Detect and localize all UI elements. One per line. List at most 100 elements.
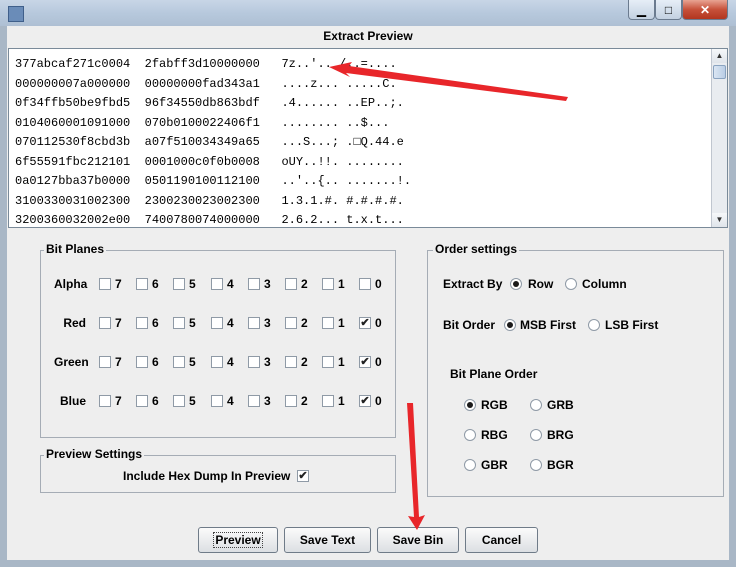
bit-plane-order-label-gbr: GBR (481, 458, 508, 472)
bit-plane-checkbox[interactable] (322, 317, 334, 329)
include-hex-checkbox[interactable]: ✔ (297, 470, 309, 482)
bit-number-label: 6 (152, 394, 159, 408)
bit-number-label: 3 (264, 394, 271, 408)
bit-plane-checkbox[interactable] (285, 317, 297, 329)
minimize-button[interactable]: ▁ (628, 0, 655, 20)
extract-by-row-radio[interactable] (510, 278, 522, 290)
bit-order-msb-label: MSB First (520, 318, 577, 332)
bit-number-label: 1 (338, 394, 345, 408)
extract-by-label: Extract By (443, 277, 503, 291)
bit-plane-checkbox[interactable] (322, 278, 334, 290)
extract-preview-area[interactable]: 377abcaf271c0004 2fabff3d10000000 7z..'.… (8, 48, 728, 228)
bit-plane-row-label: Alpha (54, 277, 88, 291)
bit-plane-checkbox[interactable] (99, 317, 111, 329)
bit-plane-checkbox[interactable] (285, 395, 297, 407)
bit-planes-legend: Bit Planes (44, 242, 107, 256)
bit-number-label: 1 (338, 355, 345, 369)
save-text-button[interactable]: Save Text (284, 527, 371, 553)
bit-plane-checkbox[interactable] (211, 278, 223, 290)
hex-dump-text: 377abcaf271c0004 2fabff3d10000000 7z..'.… (15, 57, 412, 227)
bit-number-label: 2 (301, 394, 308, 408)
bit-plane-order-radio-rbg[interactable] (464, 429, 476, 441)
bit-number-label: 0 (375, 355, 382, 369)
bit-plane-order-radio-grb[interactable] (530, 399, 542, 411)
extract-by-column-radio[interactable] (565, 278, 577, 290)
save-bin-button[interactable]: Save Bin (377, 527, 459, 553)
bit-number-label: 5 (189, 277, 196, 291)
bit-plane-checkbox[interactable] (99, 278, 111, 290)
close-button[interactable]: ✕ (682, 0, 728, 20)
bit-number-label: 4 (227, 316, 234, 330)
bit-plane-checkbox[interactable] (322, 395, 334, 407)
bit-order-lsb-radio[interactable] (588, 319, 600, 331)
bit-number-label: 5 (189, 355, 196, 369)
bit-number-label: 7 (115, 355, 122, 369)
bit-number-label: 6 (152, 277, 159, 291)
scroll-up-arrow-icon[interactable]: ▲ (712, 49, 727, 63)
bit-plane-checkbox[interactable] (136, 317, 148, 329)
preview-button[interactable]: Preview (198, 527, 278, 553)
bit-number-label: 2 (301, 355, 308, 369)
bit-plane-checkbox[interactable] (248, 317, 260, 329)
bit-plane-checkbox[interactable] (136, 395, 148, 407)
preview-button-label: Preview (213, 532, 263, 548)
bit-plane-checkbox[interactable] (322, 356, 334, 368)
bit-plane-order-label-bgr: BGR (547, 458, 574, 472)
bit-number-label: 5 (189, 394, 196, 408)
bit-plane-order-label-grb: GRB (547, 398, 574, 412)
bit-plane-checkbox[interactable] (248, 356, 260, 368)
bit-number-label: 1 (338, 316, 345, 330)
bit-plane-order-radio-brg[interactable] (530, 429, 542, 441)
bit-plane-checkbox[interactable] (211, 317, 223, 329)
bit-number-label: 6 (152, 316, 159, 330)
bit-plane-checkbox[interactable] (211, 395, 223, 407)
bit-order-lsb-label: LSB First (605, 318, 659, 332)
bit-plane-checkbox[interactable]: ✔ (359, 395, 371, 407)
bit-number-label: 4 (227, 394, 234, 408)
bit-plane-order-radio-bgr[interactable] (530, 459, 542, 471)
bit-number-label: 7 (115, 277, 122, 291)
bit-plane-checkbox[interactable] (99, 395, 111, 407)
bit-number-label: 5 (189, 316, 196, 330)
bit-plane-checkbox[interactable]: ✔ (359, 356, 371, 368)
bit-number-label: 4 (227, 355, 234, 369)
bit-plane-row-label: Blue (59, 394, 86, 408)
bit-plane-checkbox[interactable] (136, 356, 148, 368)
bit-order-msb-radio[interactable] (504, 319, 516, 331)
bit-plane-row-label: Green (54, 355, 89, 369)
bit-plane-checkbox[interactable] (211, 356, 223, 368)
preview-settings-legend: Preview Settings (44, 447, 145, 461)
extract-by-row-label: Row (528, 277, 554, 291)
bit-number-label: 6 (152, 355, 159, 369)
bit-plane-checkbox[interactable] (99, 356, 111, 368)
cancel-button[interactable]: Cancel (465, 527, 538, 553)
scroll-down-arrow-icon[interactable]: ▼ (712, 213, 727, 227)
bit-plane-checkbox[interactable] (136, 278, 148, 290)
bit-number-label: 2 (301, 277, 308, 291)
bit-plane-checkbox[interactable] (173, 395, 185, 407)
bit-plane-order-label-rbg: RBG (481, 428, 508, 442)
bit-number-label: 0 (375, 394, 382, 408)
scroll-thumb[interactable] (713, 65, 726, 79)
bit-plane-order-radio-rgb[interactable] (464, 399, 476, 411)
bit-number-label: 7 (115, 316, 122, 330)
bit-plane-checkbox[interactable] (173, 317, 185, 329)
bit-plane-checkbox[interactable] (173, 356, 185, 368)
bit-number-label: 3 (264, 277, 271, 291)
bit-plane-checkbox[interactable] (173, 278, 185, 290)
bit-plane-order-radio-gbr[interactable] (464, 459, 476, 471)
bit-plane-checkbox[interactable] (248, 395, 260, 407)
bit-plane-checkbox[interactable] (248, 278, 260, 290)
preview-scrollbar[interactable]: ▲ ▼ (711, 49, 727, 227)
order-settings-legend: Order settings (433, 242, 520, 256)
bit-plane-checkbox[interactable]: ✔ (359, 317, 371, 329)
bit-plane-checkbox[interactable] (285, 278, 297, 290)
app-icon (8, 6, 24, 22)
maximize-button[interactable]: □ (655, 0, 682, 20)
extract-by-column-label: Column (582, 277, 627, 291)
bit-plane-checkbox[interactable] (285, 356, 297, 368)
include-hex-label: Include Hex Dump In Preview (123, 469, 291, 483)
bit-number-label: 3 (264, 316, 271, 330)
bit-plane-checkbox[interactable] (359, 278, 371, 290)
bit-plane-order-label-rgb: RGB (481, 398, 508, 412)
